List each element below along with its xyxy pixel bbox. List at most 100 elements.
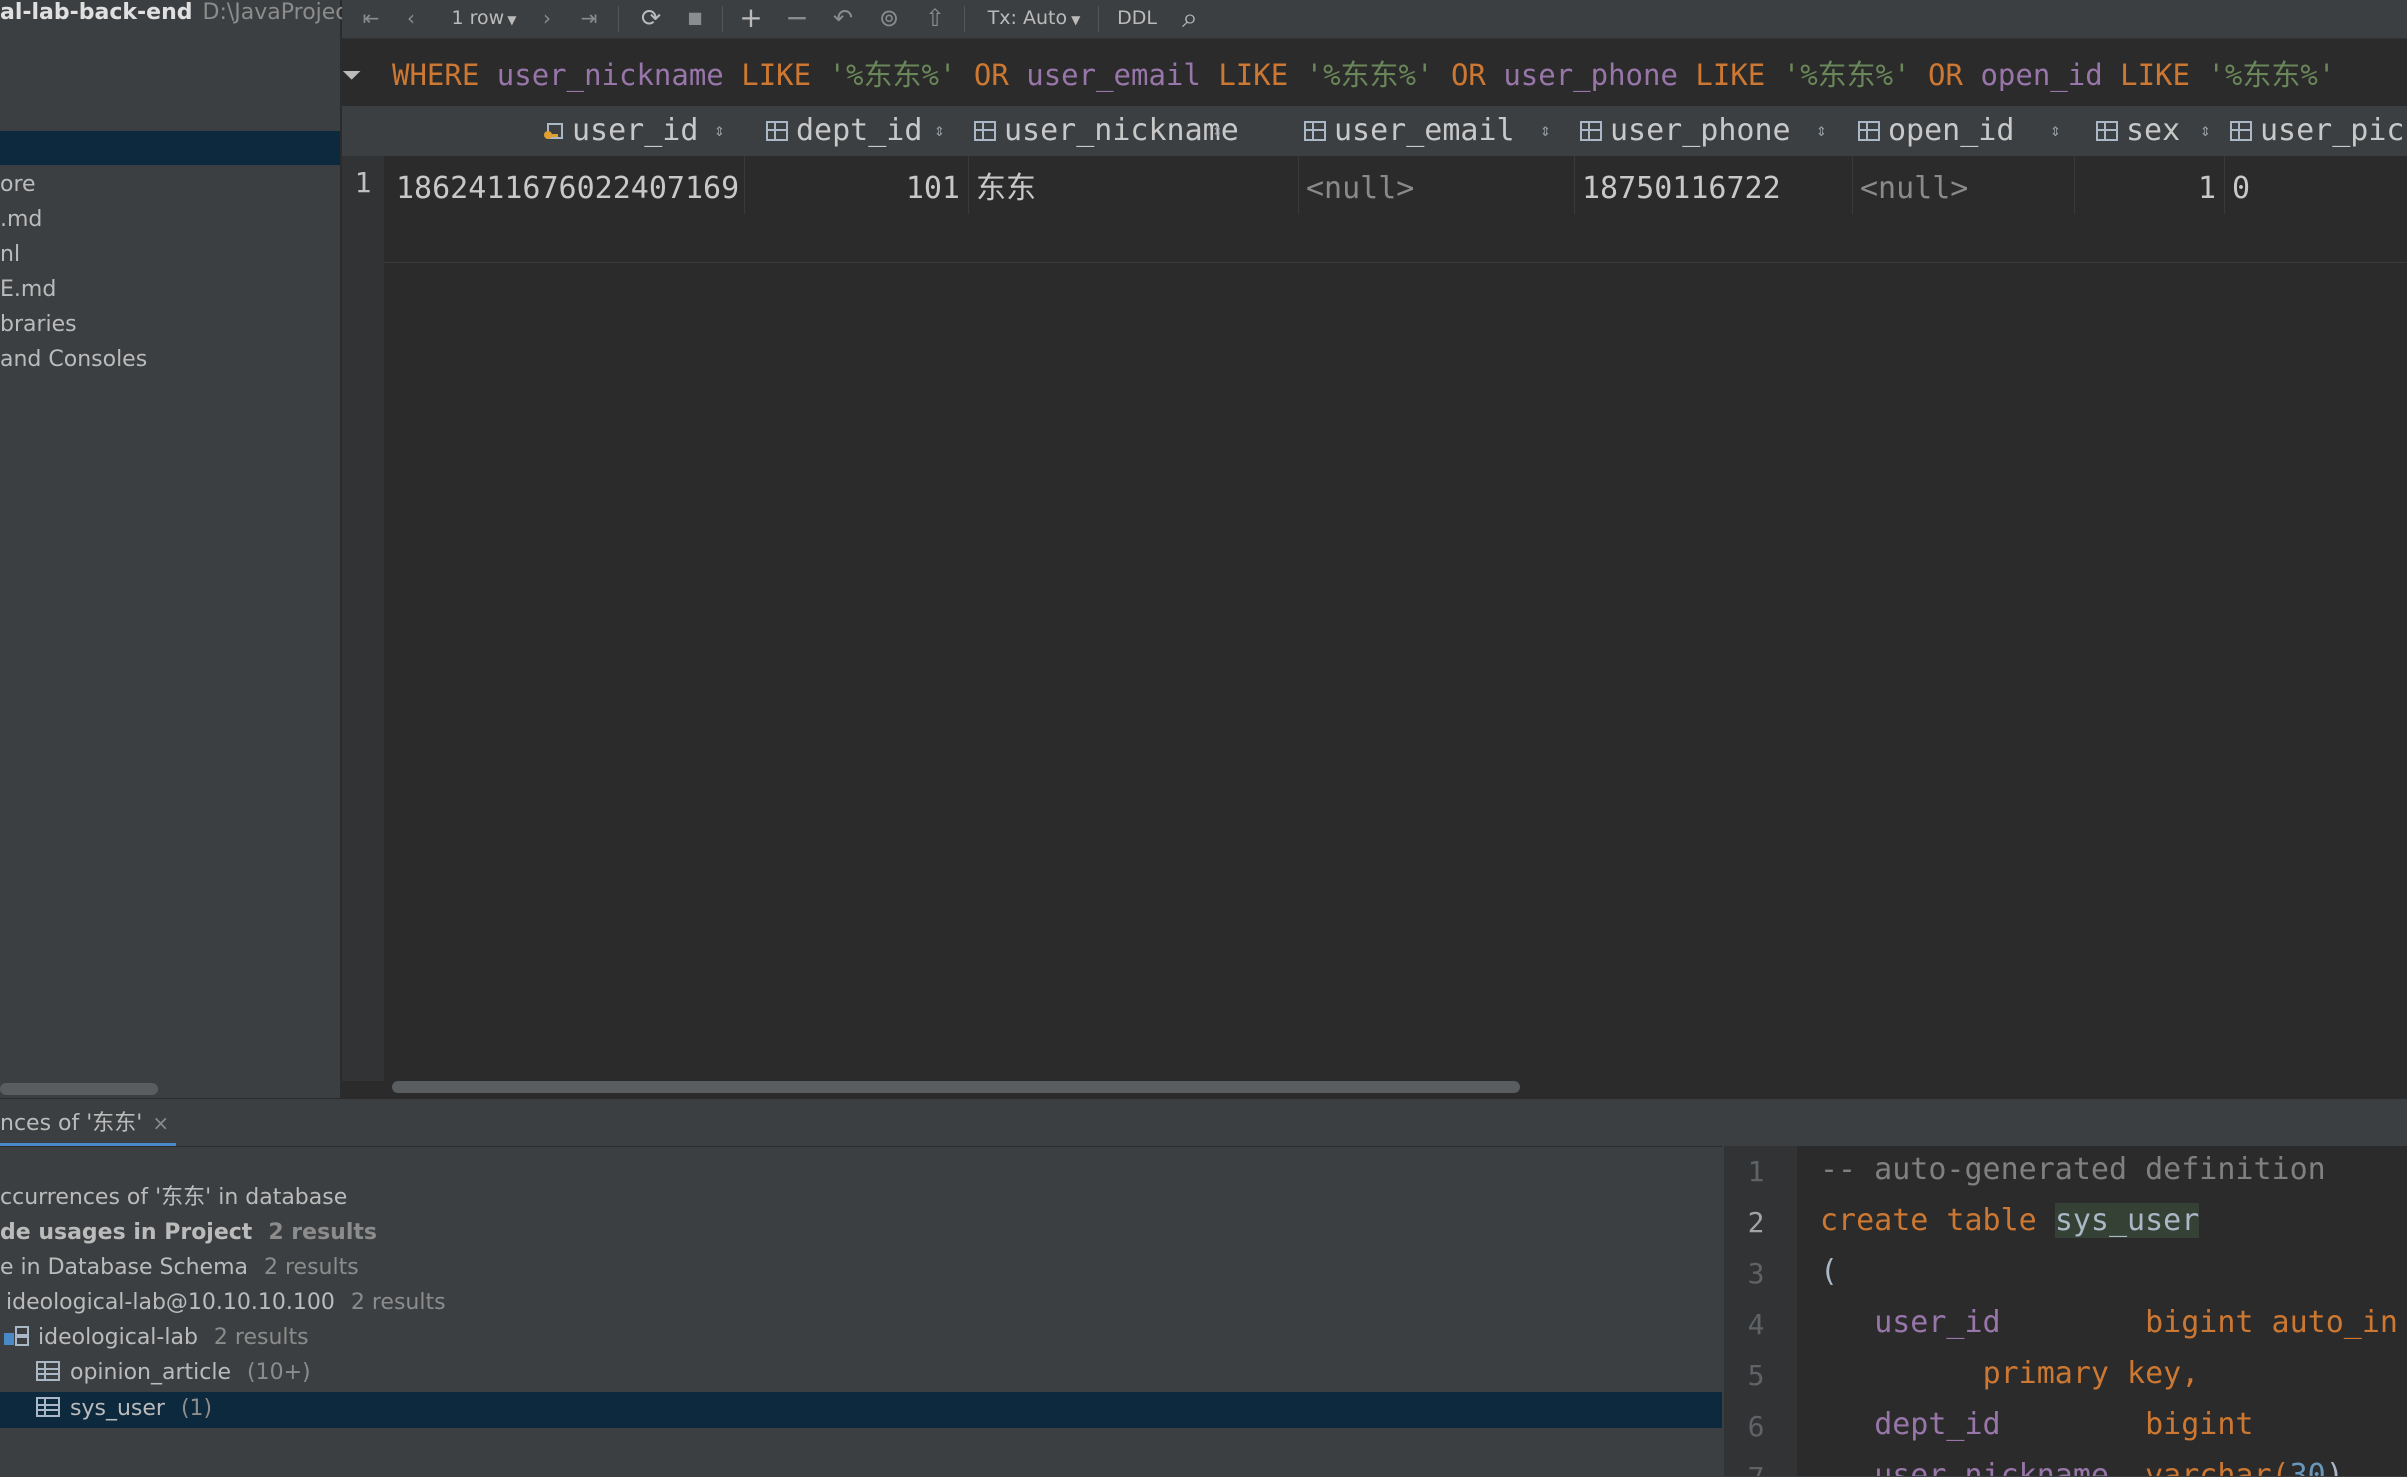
sort-icon[interactable]: ⇕ — [1212, 106, 1223, 156]
tree-item[interactable]: braries — [0, 310, 77, 340]
filter-keyword: OR — [1450, 58, 1486, 92]
code-type: varchar( — [2145, 1458, 2290, 1476]
ddl-preview-editor[interactable]: 1 2 3 4 5 6 7 -- auto-generated definiti… — [1724, 1146, 2407, 1476]
tree-item[interactable]: E.md — [0, 275, 56, 305]
filter-column: user_nickname — [496, 58, 724, 92]
result-label: ideological-lab — [38, 1325, 198, 1350]
tree-item[interactable]: ore — [0, 170, 36, 200]
cell-user-phone[interactable]: 18750116722 — [1582, 164, 1842, 214]
column-header-label: dept_id — [796, 113, 923, 148]
column-header-user-nickname[interactable]: user_nickname ⇕ — [974, 106, 1239, 156]
toolbar-divider — [964, 6, 965, 32]
code-line: user_nickname varchar(30) — [1820, 1458, 2344, 1476]
sort-icon[interactable]: ⇕ — [2200, 106, 2211, 156]
sort-icon[interactable]: ⇕ — [934, 106, 945, 156]
toolbar-divider — [722, 6, 723, 32]
sort-icon[interactable]: ⇕ — [2050, 106, 2061, 156]
close-icon[interactable]: × — [152, 1111, 169, 1135]
find-tab[interactable]: nces of '东东' × — [0, 1099, 176, 1147]
cell-user-pic[interactable]: 0 — [2232, 164, 2402, 214]
column-header-label: user_email — [1334, 113, 1515, 148]
result-table-sys-user[interactable]: sys_user (1) — [36, 1392, 212, 1426]
project-root[interactable]: al-lab-back-end D:\JavaProject\ — [0, 0, 363, 26]
cell-dept-id[interactable]: 101 — [750, 164, 960, 214]
row-count-dropdown[interactable]: 1 row ▼ — [442, 0, 526, 38]
filter-value: '%东东%' — [1305, 58, 1434, 92]
schema-icon — [4, 1324, 30, 1346]
code-column: user_id — [1874, 1305, 2001, 1340]
where-filter-input[interactable]: ⏷ WHERE user_nickname LIKE '%东东%' OR use… — [342, 52, 2407, 98]
transaction-mode-label: Tx: Auto — [987, 7, 1068, 29]
grid-horizontal-scrollbar[interactable] — [392, 1081, 1520, 1093]
result-schema[interactable]: ideological-lab 2 results — [4, 1321, 309, 1355]
column-header-user-pic[interactable]: user_pic — [2230, 106, 2407, 156]
cell-divider — [968, 156, 969, 214]
sort-icon[interactable]: ⇕ — [1540, 106, 1551, 156]
column-header-dept-id[interactable]: dept_id ⇕ — [766, 106, 966, 156]
ddl-button[interactable]: DDL — [1112, 0, 1162, 38]
result-label: opinion_article — [70, 1360, 232, 1385]
column-header-label: user_pic — [2260, 113, 2405, 148]
cell-user-id[interactable]: 1862411676022407169 — [396, 164, 739, 214]
result-toolbar: ⇤ ‹ 1 row ▼ › ⇥ ⟳ ■ + − ↶ ⊚ ⇧ Tx: Auto ▼ D… — [342, 0, 2407, 39]
cell-sex[interactable]: 1 — [2082, 164, 2216, 214]
filter-keyword: OR — [1928, 58, 1963, 92]
result-label: de usages in Project — [0, 1220, 253, 1245]
line-number: 4 — [1747, 1308, 1765, 1341]
tree-item[interactable]: and Consoles — [0, 345, 147, 375]
cell-user-nickname[interactable]: 东东 — [976, 164, 1286, 214]
search-icon[interactable]: ⌕ — [1172, 0, 1208, 38]
result-datasource[interactable]: ideological-lab@10.10.10.100 2 results — [6, 1286, 446, 1320]
primary-key-column-icon — [542, 108, 564, 139]
view-changes-icon[interactable]: ⊚ — [872, 0, 906, 38]
reload-icon[interactable]: ⟳ — [634, 0, 668, 38]
cell-user-email[interactable]: <null> — [1306, 164, 1566, 214]
line-number: 3 — [1747, 1257, 1765, 1290]
result-table-opinion-article[interactable]: opinion_article (10+) — [36, 1356, 311, 1390]
column-icon — [1304, 121, 1326, 141]
toolbar-divider — [618, 6, 619, 32]
next-page-icon[interactable]: › — [532, 0, 562, 38]
column-header-user-id[interactable]: user_id ⇕ — [542, 106, 762, 156]
result-root[interactable]: ccurrences of '东东' in database — [0, 1181, 347, 1215]
row-number[interactable]: 1 — [342, 166, 384, 199]
tree-selection-highlight — [0, 131, 340, 165]
code-line: ( — [1820, 1254, 1839, 1289]
remove-row-icon[interactable]: − — [780, 0, 814, 38]
result-group-project[interactable]: de usages in Project 2 results — [0, 1216, 377, 1250]
code-column: user_nickname — [1874, 1458, 2109, 1476]
column-header-user-email[interactable]: user_email ⇕ — [1304, 106, 1551, 156]
code-comment: -- auto-generated definition — [1820, 1152, 2326, 1187]
column-header-sex[interactable]: sex ⇕ — [2096, 106, 2216, 156]
cell-divider — [1298, 156, 1299, 214]
project-panel-scrollbar[interactable] — [0, 1083, 158, 1095]
tree-item[interactable]: nl — [0, 240, 20, 270]
column-icon — [2096, 121, 2118, 141]
filter-expression: WHERE user_nickname LIKE '%东东%' OR user_… — [392, 52, 2335, 98]
column-header-user-phone[interactable]: user_phone ⇕ — [1580, 106, 1830, 156]
transaction-mode-dropdown[interactable]: Tx: Auto ▼ — [982, 0, 1086, 38]
column-header-label: user_nickname — [1004, 113, 1239, 148]
code-table-name: sys_user — [2054, 1203, 2200, 1238]
filter-icon[interactable]: ⏷ — [342, 52, 372, 98]
submit-icon[interactable]: ⇧ — [918, 0, 952, 38]
column-header-open-id[interactable]: open_id ⇕ — [1858, 106, 2068, 156]
cell-open-id[interactable]: <null> — [1860, 164, 2060, 214]
stop-icon[interactable]: ■ — [680, 0, 710, 38]
result-group-schema[interactable]: e in Database Schema 2 results — [0, 1251, 359, 1285]
sort-icon[interactable]: ⇕ — [714, 106, 725, 156]
first-page-icon[interactable]: ⇤ — [356, 0, 386, 38]
line-number: 2 — [1747, 1206, 1765, 1239]
result-selection-highlight — [0, 1392, 1722, 1428]
column-header-label: open_id — [1888, 113, 2015, 148]
tree-item[interactable]: .md — [0, 205, 42, 235]
add-row-icon[interactable]: + — [734, 0, 768, 38]
sort-icon[interactable]: ⇕ — [1816, 106, 1827, 156]
filter-keyword: OR — [973, 58, 1009, 92]
last-page-icon[interactable]: ⇥ — [574, 0, 604, 38]
prev-page-icon[interactable]: ‹ — [396, 0, 426, 38]
line-number: 7 — [1725, 1461, 1787, 1476]
revert-icon[interactable]: ↶ — [826, 0, 860, 38]
result-grid: user_id ⇕ dept_id ⇕ user_nickname ⇕ user… — [342, 106, 2407, 1081]
filter-value: '%东东%' — [2207, 58, 2336, 92]
